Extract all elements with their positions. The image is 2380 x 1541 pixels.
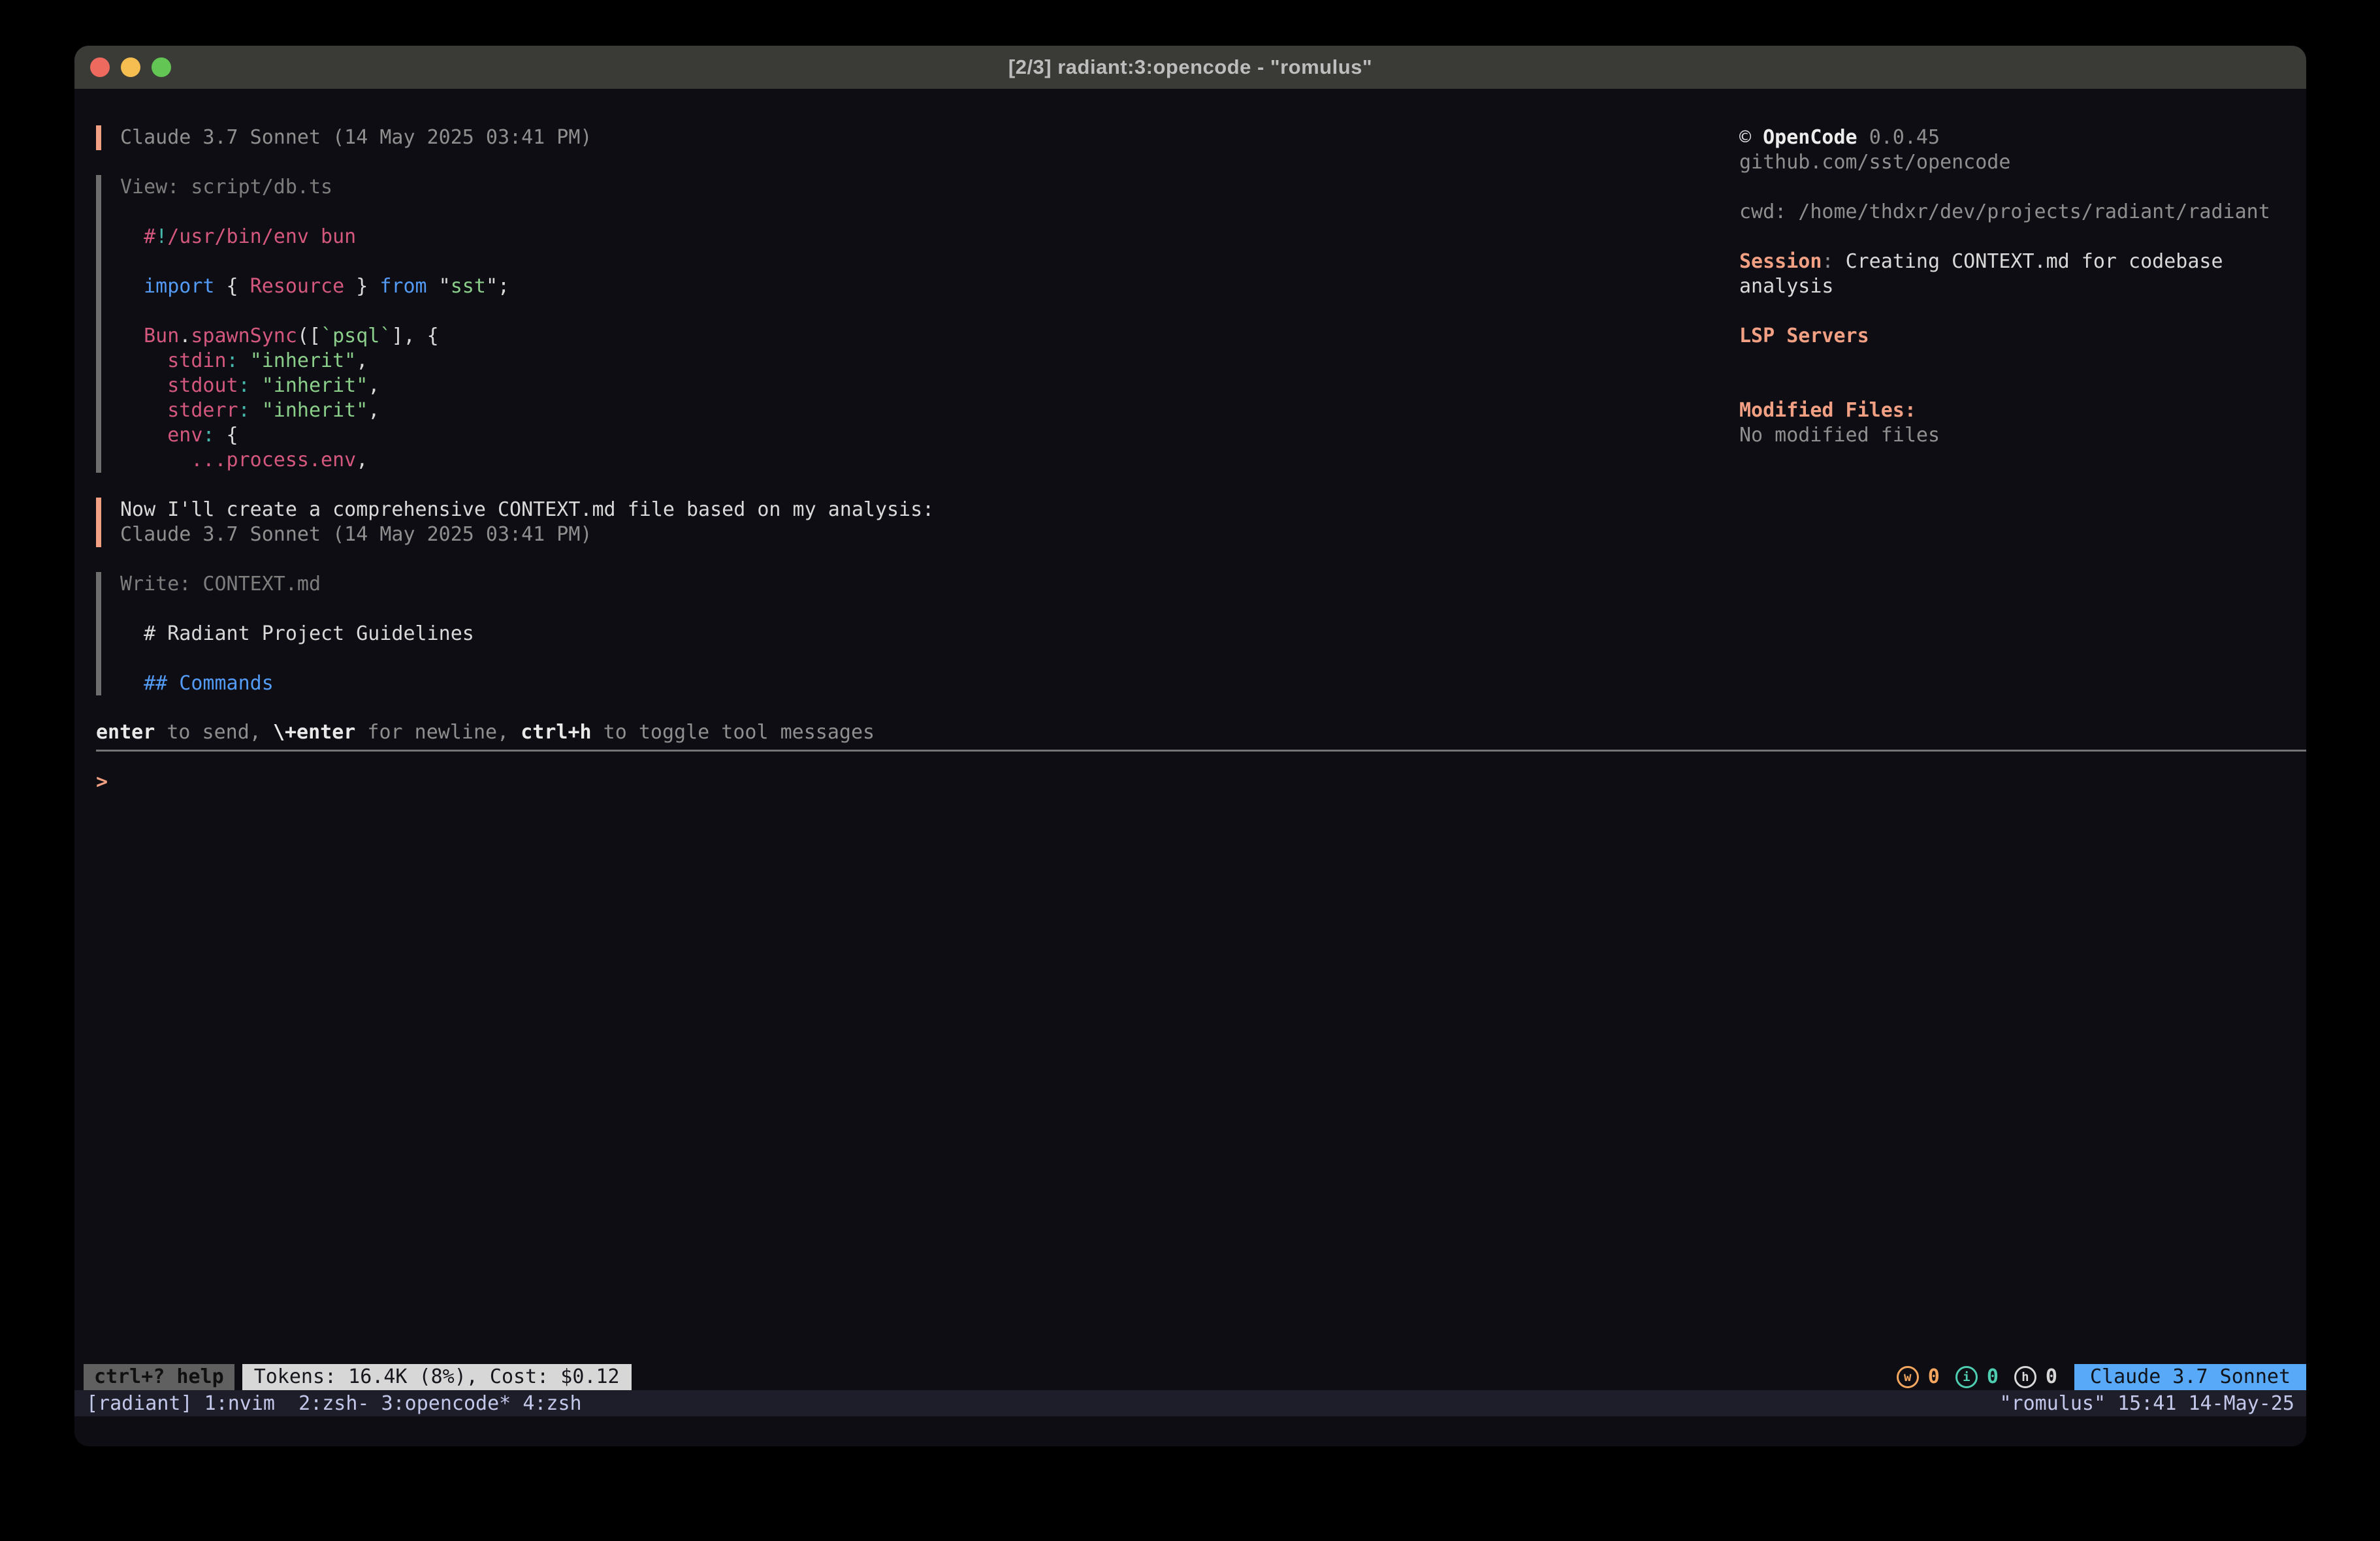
write-tool-lines: Write: CONTEXT.md # Radiant Project Guid… [120, 572, 1739, 695]
close-button[interactable] [90, 57, 110, 77]
hint-count: 0 [2046, 1365, 2057, 1390]
keybind-hint-bar: enter to send, \+enter for newline, ctrl… [96, 720, 2306, 745]
tmux-session-name: [radiant] [86, 1392, 193, 1415]
session-label: Session [1739, 250, 1822, 273]
tmux-left: [radiant] 1:nvim 2:zsh- 3:opencode* 4:zs… [86, 1392, 582, 1415]
warning-icon: w [1897, 1366, 1919, 1388]
tmux-window-list: 1:nvim 2:zsh- 3:opencode* 4:zsh [204, 1392, 582, 1415]
info-diagnostic: i 0 [1955, 1365, 1999, 1390]
opencode-main: Claude 3.7 Sonnet (14 May 2025 03:41 PM)… [74, 125, 2306, 695]
zoom-button[interactable] [152, 57, 171, 77]
chat-column: Claude 3.7 Sonnet (14 May 2025 03:41 PM)… [96, 125, 1739, 695]
window-titlebar: [2/3] radiant:3:opencode - "romulus" [74, 46, 2306, 89]
hint-diagnostic: h 0 [2014, 1365, 2057, 1390]
help-chip: ctrl+? help [84, 1364, 234, 1390]
minimize-button[interactable] [121, 57, 140, 77]
tmux-window-tab[interactable]: 1:nvim [204, 1392, 287, 1415]
copyright-icon: © [1739, 126, 1751, 149]
tool-accent-bar [96, 175, 101, 473]
tool-accent-bar [96, 572, 101, 695]
tokens-cost-chip: Tokens: 16.4K (8%), Cost: $0.12 [242, 1364, 632, 1390]
window-bottom-pad [74, 1416, 2306, 1446]
assistant-note-lines: Now I'll create a comprehensive CONTEXT.… [120, 498, 1739, 547]
app-brand: © OpenCode 0.0.45 [1739, 125, 2288, 150]
modified-files-empty: No modified files [1739, 423, 2288, 448]
model-chip: Claude 3.7 Sonnet [2074, 1364, 2306, 1390]
info-sidebar: © OpenCode 0.0.45 github.com/sst/opencod… [1739, 125, 2288, 695]
message-accent-bar [96, 498, 101, 547]
terminal-content: Claude 3.7 Sonnet (14 May 2025 03:41 PM)… [74, 89, 2306, 1390]
hint-icon: h [2014, 1366, 2036, 1388]
view-tool-block: View: script/db.ts #!/usr/bin/env bun im… [96, 175, 1739, 473]
warning-diagnostic: w 0 [1897, 1365, 1940, 1390]
modified-files-title: Modified Files: [1739, 398, 2288, 423]
view-tool-lines: View: script/db.ts #!/usr/bin/env bun im… [120, 175, 1739, 473]
session-line: Session: Creating CONTEXT.md for codebas… [1739, 249, 2288, 299]
input-separator [96, 750, 2306, 752]
cwd-line: cwd: /home/thdxr/dev/projects/radiant/ra… [1739, 200, 2288, 225]
diagnostics-group: w 0 i 0 h 0 [1897, 1364, 2057, 1390]
write-tool-block: Write: CONTEXT.md # Radiant Project Guid… [96, 572, 1739, 695]
message-header-lines: Claude 3.7 Sonnet (14 May 2025 03:41 PM) [120, 125, 1739, 150]
terminal-window: [2/3] radiant:3:opencode - "romulus" Cla… [74, 46, 2306, 1446]
repo-link: github.com/sst/opencode [1739, 150, 2288, 175]
app-name: OpenCode [1763, 126, 1857, 149]
tmux-host-clock: "romulus" 15:41 14-May-25 [1999, 1392, 2294, 1415]
assistant-note-block: Now I'll create a comprehensive CONTEXT.… [96, 498, 1739, 547]
prompt-input[interactable]: > [96, 770, 2306, 795]
traffic-lights [90, 46, 171, 89]
tmux-status-bar: [radiant] 1:nvim 2:zsh- 3:opencode* 4:zs… [74, 1390, 2306, 1416]
lsp-servers-title: LSP Servers [1739, 324, 2288, 349]
window-title: [2/3] radiant:3:opencode - "romulus" [1008, 56, 1372, 79]
app-version: 0.0.45 [1869, 126, 1940, 149]
info-icon: i [1955, 1366, 1978, 1388]
message-header-block: Claude 3.7 Sonnet (14 May 2025 03:41 PM) [96, 125, 1739, 150]
warning-count: 0 [1928, 1365, 1940, 1390]
info-count: 0 [1987, 1365, 1999, 1390]
tmux-window-tab[interactable]: 4:zsh [523, 1392, 581, 1415]
status-bar: ctrl+? help Tokens: 16.4K (8%), Cost: $0… [84, 1364, 2306, 1390]
message-accent-bar [96, 125, 101, 150]
tmux-window-tab[interactable]: 2:zsh- [298, 1392, 369, 1415]
tmux-window-tab[interactable]: 3:opencode* [381, 1392, 511, 1415]
